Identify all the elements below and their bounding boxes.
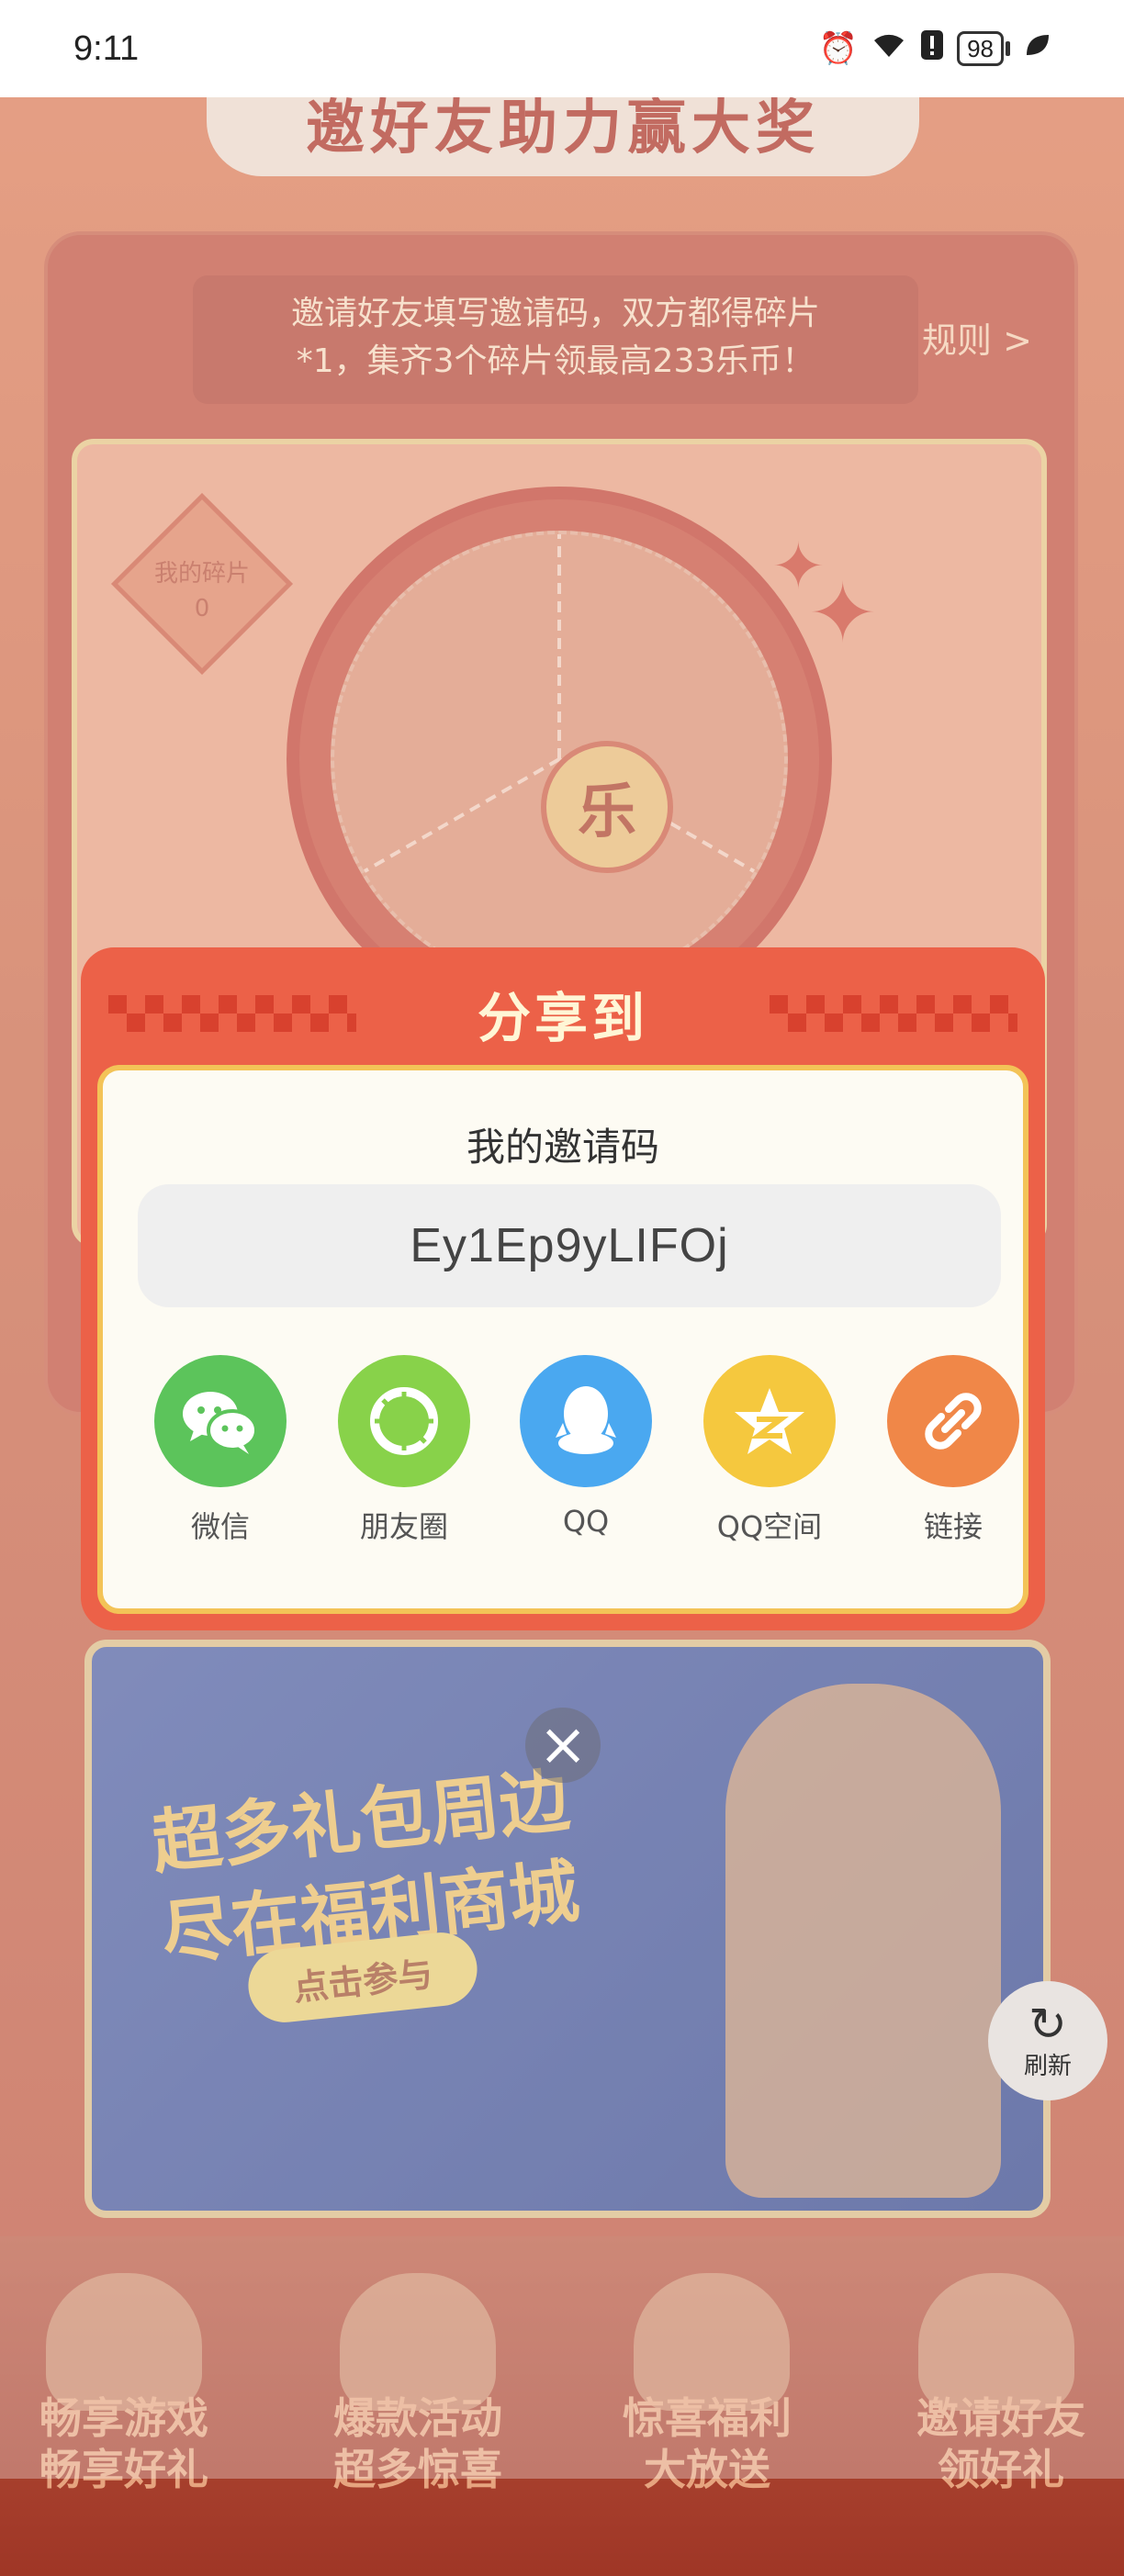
- qzone-icon: [703, 1355, 836, 1487]
- refresh-button[interactable]: ↻ 刷新: [988, 1981, 1107, 2100]
- share-label: 链接: [923, 1509, 983, 1544]
- dialog-body: 我的邀请码 Ey1Ep9yLIFOj 微信 朋友圈 QQ QQ空间 链接: [97, 1065, 1028, 1614]
- close-icon[interactable]: ×: [525, 1708, 601, 1783]
- share-qq-button[interactable]: QQ: [494, 1355, 678, 1539]
- share-qzone-button[interactable]: QQ空间: [678, 1355, 861, 1546]
- battery-icon: [1006, 41, 1010, 56]
- share-label: 微信: [190, 1509, 250, 1544]
- share-label: QQ空间: [716, 1509, 823, 1544]
- wechat-icon: [154, 1355, 287, 1487]
- wifi-icon: [871, 29, 907, 69]
- share-label: 朋友圈: [359, 1509, 448, 1544]
- share-dialog: 分享到 我的邀请码 Ey1Ep9yLIFOj 微信 朋友圈 QQ QQ空间 链接: [81, 947, 1045, 1630]
- refresh-label: 刷新: [1023, 2052, 1072, 2080]
- invite-code-label: 我的邀请码: [466, 1125, 659, 1170]
- share-wechat-button[interactable]: 微信: [129, 1355, 312, 1546]
- battery-level: 98: [957, 31, 1004, 66]
- moments-icon: [338, 1355, 470, 1487]
- share-moments-button[interactable]: 朋友圈: [312, 1355, 496, 1546]
- share-link-button[interactable]: 链接: [861, 1355, 1045, 1546]
- link-icon: [887, 1355, 1019, 1487]
- alarm-icon: ⏰: [818, 30, 859, 67]
- share-label: QQ: [562, 1504, 610, 1539]
- qq-icon: [520, 1355, 652, 1487]
- leaf-icon: [1023, 30, 1051, 67]
- alert-icon: [920, 29, 944, 69]
- dialog-title: 分享到: [477, 987, 648, 1049]
- status-icons: ⏰ 98: [819, 29, 1051, 69]
- invite-code-field[interactable]: Ey1Ep9yLIFOj: [138, 1184, 1001, 1307]
- status-bar: 9:11 ⏰ 98: [0, 0, 1124, 97]
- refresh-icon: ↻: [1028, 1997, 1067, 2051]
- status-time: 9:11: [73, 28, 140, 68]
